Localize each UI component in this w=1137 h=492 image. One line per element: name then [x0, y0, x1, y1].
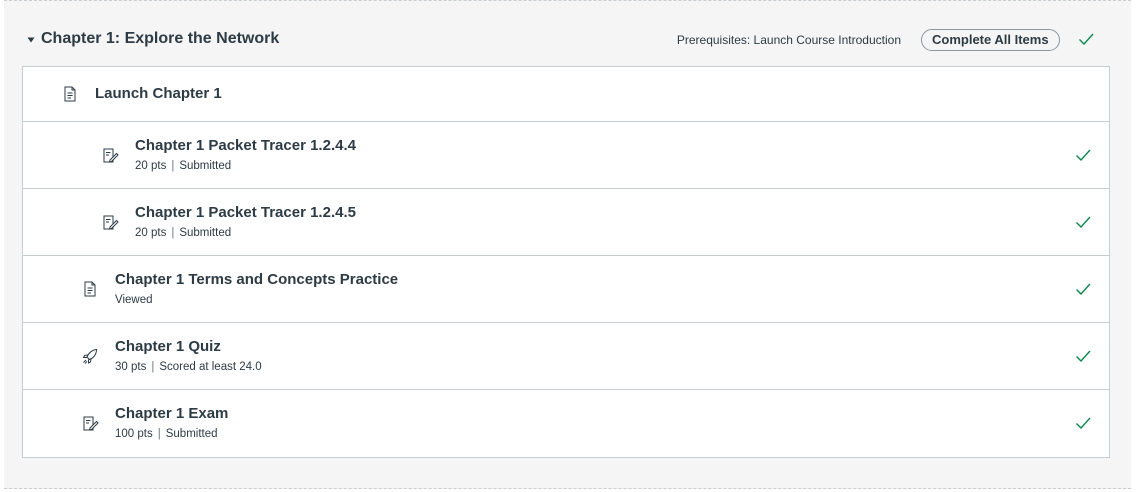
- completed-check-icon: [1076, 283, 1091, 296]
- points-possible: 100 pts: [115, 428, 153, 440]
- details-separator: |: [171, 227, 175, 239]
- page-icon: [84, 281, 96, 297]
- module-item-details: 20 pts | Submitted: [135, 227, 231, 239]
- module-item[interactable]: Chapter 1 Terms and Concepts Practice Vie…: [23, 256, 1109, 323]
- points-possible: 20 pts: [135, 160, 167, 172]
- requirement-status: Scored at least 24.0: [159, 361, 262, 373]
- module-item-title[interactable]: Chapter 1 Quiz: [115, 338, 221, 355]
- module-item-details: 30 pts | Scored at least 24.0: [115, 361, 262, 373]
- completed-check-icon: [1076, 149, 1091, 162]
- page-icon: [64, 86, 76, 102]
- module-item-title[interactable]: Chapter 1 Packet Tracer 1.2.4.4: [135, 137, 356, 154]
- module-complete-check-icon: [1079, 33, 1094, 46]
- details-separator: |: [171, 160, 175, 172]
- module-item[interactable]: Chapter 1 Packet Tracer 1.2.4.5 20 pts | Su…: [23, 189, 1109, 256]
- module-items-list: Launch Chapter 1 Chapter 1 Packet Tracer …: [22, 66, 1110, 458]
- collapse-triangle-icon[interactable]: [25, 34, 37, 46]
- module-item[interactable]: Chapter 1 Exam 100 pts | Submitted: [23, 390, 1109, 457]
- module-item[interactable]: Chapter 1 Quiz 30 pts | Scored at least 24.…: [23, 323, 1109, 390]
- module-item[interactable]: Chapter 1 Packet Tracer 1.2.4.4 20 pts | Su…: [23, 122, 1109, 189]
- module-item-title[interactable]: Chapter 1 Terms and Concepts Practice: [115, 271, 398, 288]
- requirement-status: Submitted: [165, 428, 218, 440]
- requirement-status: Submitted: [179, 227, 232, 239]
- quiz-rocket-icon: [82, 348, 98, 364]
- completed-check-icon: [1076, 216, 1091, 229]
- requirement-status: Submitted: [179, 160, 232, 172]
- module-item[interactable]: Launch Chapter 1: [23, 67, 1109, 122]
- assignment-icon: [103, 148, 119, 163]
- module-item-title[interactable]: Chapter 1 Packet Tracer 1.2.4.5: [135, 204, 356, 221]
- assignment-icon: [83, 416, 99, 431]
- module-item-details: 100 pts | Submitted: [115, 428, 218, 440]
- module-item-details: Viewed: [115, 294, 153, 306]
- requirement-status: Viewed: [115, 294, 153, 306]
- completed-check-icon: [1076, 350, 1091, 363]
- points-possible: 30 pts: [115, 361, 147, 373]
- module-title[interactable]: Chapter 1: Explore the Network: [41, 30, 279, 48]
- module-prerequisites: Prerequisites: Launch Course Introductio…: [676, 33, 901, 47]
- assignment-icon: [103, 215, 119, 230]
- points-possible: 20 pts: [135, 227, 167, 239]
- module-item-title[interactable]: Launch Chapter 1: [95, 85, 222, 102]
- context-module: Chapter 1: Explore the Network Prerequis…: [4, 0, 1131, 489]
- details-separator: |: [151, 361, 155, 373]
- module-item-title[interactable]: Chapter 1 Exam: [115, 405, 228, 422]
- module-header: Chapter 1: Explore the Network Prerequis…: [4, 1, 1131, 65]
- details-separator: |: [157, 428, 161, 440]
- complete-all-items-button[interactable]: Complete All Items: [921, 29, 1060, 51]
- completed-check-icon: [1076, 417, 1091, 430]
- module-item-details: 20 pts | Submitted: [135, 160, 231, 172]
